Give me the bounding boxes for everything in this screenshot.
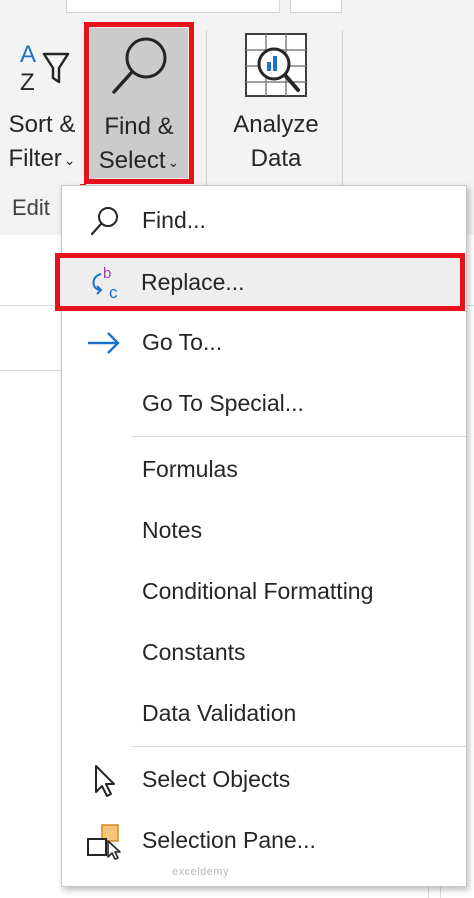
group-label-editing: Edit	[12, 195, 50, 220]
menu-item-label: Constants	[142, 639, 246, 665]
analyze-data-label-2: Data	[250, 145, 302, 172]
sort-az-filter-icon: A Z	[20, 41, 70, 96]
sort-filter-button[interactable]: A Z Sort & Filter ⌄	[0, 30, 84, 177]
find-magnifier-icon	[90, 207, 118, 236]
menu-item-go-to-special[interactable]: Go To Special...	[62, 376, 466, 432]
menu-item-constants[interactable]: Constants	[62, 625, 466, 681]
menu-item-label: Notes	[142, 517, 203, 543]
menu-separator	[132, 746, 466, 747]
sort-filter-label-2: Filter	[8, 145, 62, 172]
menu-item-label: Conditional Formatting	[142, 578, 374, 604]
menu-item-find[interactable]: Find...	[62, 193, 466, 249]
cursor-pointer-icon	[95, 765, 115, 797]
ribbon-top-element	[290, 0, 342, 13]
svg-text:A: A	[20, 41, 36, 68]
menu-separator	[132, 436, 466, 437]
menu-item-label: Selection Pane...	[142, 827, 316, 853]
menu-item-select-objects[interactable]: Select Objects	[62, 752, 466, 808]
arrow-right-icon	[88, 332, 120, 354]
menu-item-label: Select Objects	[142, 766, 291, 792]
svg-text:c: c	[109, 283, 118, 302]
menu-item-label: Go To Special...	[142, 390, 304, 416]
svg-text:b: b	[103, 265, 111, 282]
grid-line	[0, 370, 61, 371]
menu-item-label: Find...	[142, 207, 206, 233]
menu-item-data-validation[interactable]: Data Validation	[62, 686, 466, 742]
analyze-data-icon	[245, 33, 307, 97]
ribbon-top-element	[66, 0, 280, 13]
menu-item-label: Replace...	[141, 269, 245, 295]
menu-item-notes[interactable]: Notes	[62, 503, 466, 559]
watermark-text: exceldemy	[172, 866, 230, 878]
replace-icon: b c	[92, 265, 118, 302]
menu-item-go-to[interactable]: Go To...	[62, 315, 466, 371]
analyze-data-label-1: Analyze	[233, 111, 319, 138]
analyze-data-button[interactable]: Analyze Data	[222, 30, 330, 176]
menu-item-replace[interactable]: b c Replace...	[55, 253, 465, 311]
selection-pane-icon	[87, 824, 121, 860]
svg-text:Z: Z	[20, 69, 35, 96]
menu-item-label: Data Validation	[142, 700, 297, 726]
ribbon-separator	[342, 30, 343, 210]
ribbon-separator	[206, 30, 207, 210]
sort-filter-label-1: Sort &	[8, 111, 76, 138]
menu-item-label: Go To...	[142, 329, 223, 355]
menu-item-selection-pane[interactable]: Selection Pane...	[62, 813, 466, 869]
find-select-highlight-box	[84, 22, 194, 184]
chevron-down-icon: ⌄	[63, 151, 76, 168]
menu-item-formulas[interactable]: Formulas	[62, 442, 466, 498]
menu-item-label: Formulas	[142, 456, 238, 482]
menu-item-conditional-formatting[interactable]: Conditional Formatting	[62, 564, 466, 620]
